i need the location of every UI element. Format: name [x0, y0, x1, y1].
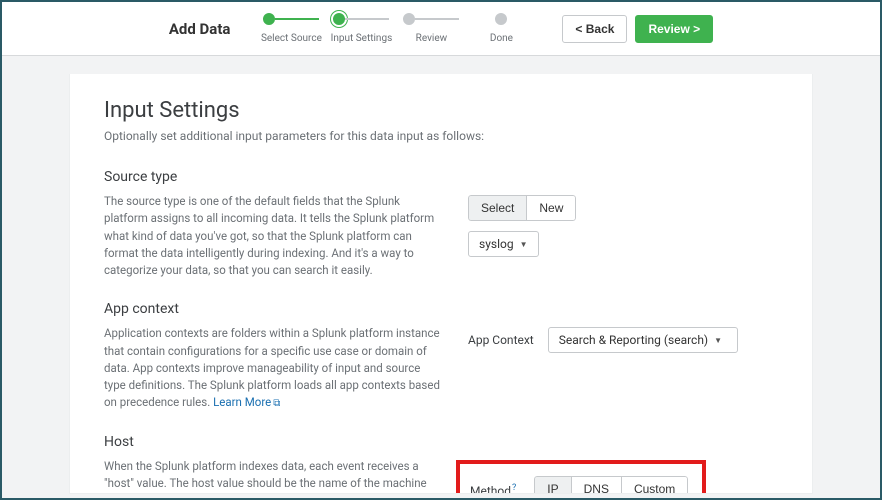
- wizard-step-review: Review: [396, 13, 466, 44]
- wizard-step-label: Input Settings: [326, 33, 396, 44]
- section-text-host: When the Splunk platform indexes data, e…: [104, 458, 444, 495]
- source-type-dropdown-value: syslog: [479, 237, 514, 251]
- wizard-step-select-source: Select Source: [256, 13, 326, 44]
- source-type-dropdown[interactable]: syslog ▼: [468, 231, 539, 257]
- host-method-label: Method?: [470, 479, 516, 494]
- app-context-dropdown-value: Search & Reporting (search): [559, 333, 708, 347]
- wizard-dot: [333, 13, 345, 25]
- wizard-step-input-settings: Input Settings: [326, 13, 396, 44]
- section-row-source-type: The source type is one of the default fi…: [104, 193, 778, 279]
- wizard-step-label: Select Source: [256, 33, 326, 44]
- host-text: When the Splunk platform indexes data, e…: [104, 459, 427, 495]
- section-heading-app-context: App context: [104, 301, 778, 317]
- wizard-connector: [275, 18, 319, 20]
- topbar: Add Data Select Source Input Se: [2, 2, 880, 56]
- app-context-dropdown[interactable]: Search & Reporting (search) ▼: [548, 327, 738, 353]
- section-row-app-context: Application contexts are folders within …: [104, 325, 778, 411]
- caret-down-icon: ▼: [520, 240, 528, 249]
- wizard-step-done: Done: [466, 13, 536, 44]
- main-card: Input Settings Optionally set additional…: [69, 74, 813, 494]
- learn-more-link-app-context[interactable]: Learn More⧉: [213, 395, 280, 409]
- back-button[interactable]: < Back: [562, 15, 627, 43]
- section-controls-source-type: Select New syslog ▼: [468, 193, 778, 257]
- topbar-actions: < Back Review >: [562, 15, 713, 43]
- section-heading-host: Host: [104, 434, 778, 450]
- section-controls-host: Method? IP DNS Custom: [468, 458, 778, 495]
- host-method-toggle: IP DNS Custom: [534, 476, 688, 495]
- page-title: Input Settings: [104, 98, 778, 123]
- topbar-inner: Add Data Select Source Input Se: [22, 13, 860, 44]
- host-method-custom-button[interactable]: Custom: [621, 476, 688, 495]
- host-method-ip-button[interactable]: IP: [534, 476, 571, 495]
- wizard-connector: [415, 18, 459, 20]
- section-row-host: When the Splunk platform indexes data, e…: [104, 458, 778, 495]
- caret-down-icon: ▼: [714, 336, 722, 345]
- section-text-source-type: The source type is one of the default fi…: [104, 193, 444, 279]
- wizard-steps: Select Source Input Settings R: [256, 13, 536, 44]
- wizard-title: Add Data: [169, 20, 231, 38]
- wizard-connector: [345, 18, 389, 20]
- app-frame: Add Data Select Source Input Se: [0, 0, 882, 500]
- source-type-select-button[interactable]: Select: [468, 195, 527, 221]
- section-text-app-context: Application contexts are folders within …: [104, 325, 444, 411]
- page-description: Optionally set additional input paramete…: [104, 129, 778, 143]
- host-method-highlight: Method? IP DNS Custom: [456, 460, 706, 495]
- wizard-dot: [495, 13, 507, 25]
- host-method-dns-button[interactable]: DNS: [571, 476, 622, 495]
- wizard-step-label: Done: [466, 33, 536, 44]
- review-button[interactable]: Review >: [635, 15, 713, 43]
- wizard-dot: [263, 13, 275, 25]
- help-icon[interactable]: ?: [512, 483, 516, 493]
- external-link-icon: ⧉: [273, 398, 280, 409]
- section-heading-source-type: Source type: [104, 169, 778, 185]
- wizard-step-label: Review: [396, 33, 466, 44]
- app-context-label: App Context: [468, 327, 534, 347]
- source-type-toggle: Select New: [468, 195, 576, 221]
- section-controls-app-context: App Context Search & Reporting (search) …: [468, 325, 778, 353]
- source-type-new-button[interactable]: New: [526, 195, 576, 221]
- wizard-dot: [403, 13, 415, 25]
